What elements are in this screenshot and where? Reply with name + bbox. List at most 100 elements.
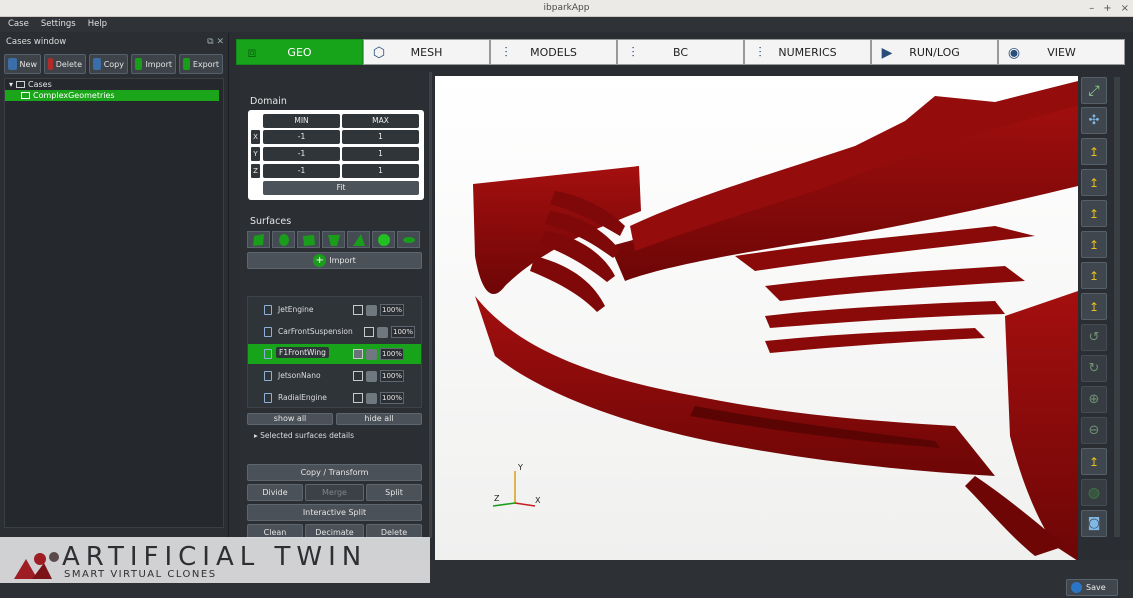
- tab-mesh[interactable]: ⬡ MESH: [363, 39, 490, 65]
- tab-geo[interactable]: ⧈ GEO: [236, 39, 363, 65]
- geo-control-panel: Domain MIN MAX X -1 1 Y -1 1 Z -1 1 Fit …: [240, 72, 428, 538]
- add-box-button[interactable]: [297, 231, 320, 248]
- domain-z-min-input[interactable]: -1: [263, 164, 340, 178]
- domain-fit-button[interactable]: Fit: [263, 181, 419, 195]
- window-controls: – + ×: [1089, 0, 1129, 17]
- visibility-checkbox[interactable]: [353, 393, 363, 403]
- panel-scrollbar[interactable]: [429, 72, 432, 538]
- show-all-button[interactable]: show all: [247, 413, 333, 425]
- opacity-input[interactable]: 100%: [380, 348, 404, 360]
- surface-row[interactable]: CarFrontSuspension 100%: [248, 322, 421, 342]
- surface-name-edit[interactable]: F1FrontWing: [276, 347, 329, 358]
- add-plane-button[interactable]: [247, 231, 270, 248]
- domain-z-max-input[interactable]: 1: [342, 164, 419, 178]
- copy-icon: [93, 58, 101, 70]
- export-case-button[interactable]: Export: [179, 54, 223, 74]
- domain-y-min-input[interactable]: -1: [263, 147, 340, 161]
- menu-help[interactable]: Help: [88, 17, 107, 32]
- visibility-axis-button[interactable]: ↥: [1081, 448, 1107, 475]
- menu-settings[interactable]: Settings: [41, 17, 76, 32]
- 3d-viewport[interactable]: Y Z X: [435, 76, 1078, 561]
- decimate-button[interactable]: Decimate: [305, 524, 364, 538]
- tree-root-cases[interactable]: ▾ Cases: [5, 79, 223, 90]
- domain-x-min-input[interactable]: -1: [263, 130, 340, 144]
- visibility-checkbox[interactable]: [353, 349, 363, 359]
- menu-case[interactable]: Case: [8, 17, 29, 32]
- hide-all-button[interactable]: hide all: [336, 413, 422, 425]
- dock-close-icon[interactable]: ⧉ ✕: [207, 33, 224, 52]
- color-swatch[interactable]: [366, 393, 377, 404]
- tab-numerics[interactable]: ⫶ NUMERICS: [744, 39, 871, 65]
- copy-transform-button[interactable]: Copy / Transform: [247, 464, 422, 481]
- divide-button[interactable]: Divide: [247, 484, 303, 501]
- add-disk-button[interactable]: [397, 231, 420, 248]
- menu-bar: Case Settings Help: [0, 17, 1133, 32]
- copy-case-button[interactable]: Copy: [89, 54, 128, 74]
- color-swatch[interactable]: [377, 327, 388, 338]
- rotate-minus-90-button[interactable]: ↺: [1081, 324, 1107, 351]
- import-surface-button[interactable]: + Import: [247, 252, 422, 269]
- axis-z-label: Z: [494, 494, 500, 503]
- view-minus-x-button[interactable]: ↥: [1081, 138, 1107, 165]
- opacity-input[interactable]: 100%: [391, 326, 415, 338]
- selected-surfaces-details-toggle[interactable]: ▸ Selected surfaces details: [254, 431, 354, 440]
- view-plus-x-button[interactable]: ↥: [1081, 169, 1107, 196]
- cases-tree: ▾ Cases ComplexGeometries: [4, 78, 224, 528]
- merge-button[interactable]: Merge: [305, 484, 364, 501]
- add-cone-frustum-button[interactable]: [322, 231, 345, 248]
- domain-y-max-input[interactable]: 1: [342, 147, 419, 161]
- opacity-input[interactable]: 100%: [380, 370, 404, 382]
- close-button[interactable]: ×: [1121, 0, 1129, 17]
- wireframe-button[interactable]: ◍: [1081, 479, 1107, 506]
- view-plus-y-button[interactable]: ↥: [1081, 231, 1107, 258]
- import-case-button[interactable]: Import: [131, 54, 176, 74]
- screenshot-button[interactable]: ◙: [1081, 510, 1107, 537]
- surface-row-selected[interactable]: F1FrontWing 100%: [248, 344, 421, 364]
- rotate-ccw-icon: ↺: [1088, 330, 1100, 345]
- color-swatch[interactable]: [366, 349, 377, 360]
- tab-bc[interactable]: ⫶ BC: [617, 39, 744, 65]
- view-minus-y-button[interactable]: ↥: [1081, 200, 1107, 227]
- visibility-checkbox[interactable]: [364, 327, 374, 337]
- view-minus-z-button[interactable]: ↥: [1081, 262, 1107, 289]
- zoom-out-button[interactable]: ⊖: [1081, 417, 1107, 444]
- visibility-checkbox[interactable]: [353, 305, 363, 315]
- domain-x-max-input[interactable]: 1: [342, 130, 419, 144]
- opacity-input[interactable]: 100%: [380, 392, 404, 404]
- center-view-button[interactable]: ✣: [1081, 107, 1107, 134]
- sliders-icon: ⫶: [631, 45, 635, 61]
- delete-surface-button[interactable]: Delete: [366, 524, 422, 538]
- color-swatch[interactable]: [366, 305, 377, 316]
- surface-row[interactable]: JetsonNano 100%: [248, 366, 421, 386]
- new-icon: [8, 58, 17, 70]
- clean-button[interactable]: Clean: [247, 524, 303, 538]
- add-sphere-button[interactable]: [372, 231, 395, 248]
- split-button[interactable]: Split: [366, 484, 422, 501]
- toolbar-scrollbar[interactable]: [1114, 77, 1120, 537]
- interactive-split-button[interactable]: Interactive Split: [247, 504, 422, 521]
- view-plus-z-button[interactable]: ↥: [1081, 293, 1107, 320]
- view-toolbar: ⤢ ✣ ↥ ↥ ↥ ↥ ↥ ↥ ↺ ↻ ⊕ ⊖ ↥ ◍ ◙: [1080, 77, 1108, 537]
- opacity-input[interactable]: 100%: [380, 304, 404, 316]
- tree-item-selected-case[interactable]: ComplexGeometries: [5, 90, 219, 101]
- add-cone-button[interactable]: [347, 231, 370, 248]
- artificial-twin-logo: ARTIFICIAL TWIN SMART VIRTUAL CLONES: [0, 537, 430, 583]
- maximize-button[interactable]: +: [1103, 0, 1111, 17]
- rotate-plus-90-button[interactable]: ↻: [1081, 355, 1107, 382]
- save-button[interactable]: Save: [1066, 579, 1118, 596]
- tab-models[interactable]: ⫶ MODELS: [490, 39, 617, 65]
- minimize-button[interactable]: –: [1089, 0, 1094, 17]
- visibility-checkbox[interactable]: [353, 371, 363, 381]
- surface-row[interactable]: RadialEngine 100%: [248, 388, 421, 408]
- zoom-in-button[interactable]: ⊕: [1081, 386, 1107, 413]
- cases-window-title: Cases window: [6, 37, 67, 47]
- tab-run-log[interactable]: ▶ RUN/LOG: [871, 39, 998, 65]
- surface-row[interactable]: JetEngine 100%: [248, 300, 421, 320]
- delete-case-button[interactable]: Delete: [44, 54, 86, 74]
- fit-view-button[interactable]: ⤢: [1081, 77, 1107, 104]
- add-cylinder-button[interactable]: [272, 231, 295, 248]
- new-case-button[interactable]: New: [4, 54, 41, 74]
- color-swatch[interactable]: [366, 371, 377, 382]
- domain-min-header: MIN: [263, 114, 340, 128]
- tab-view[interactable]: ◉ VIEW: [998, 39, 1125, 65]
